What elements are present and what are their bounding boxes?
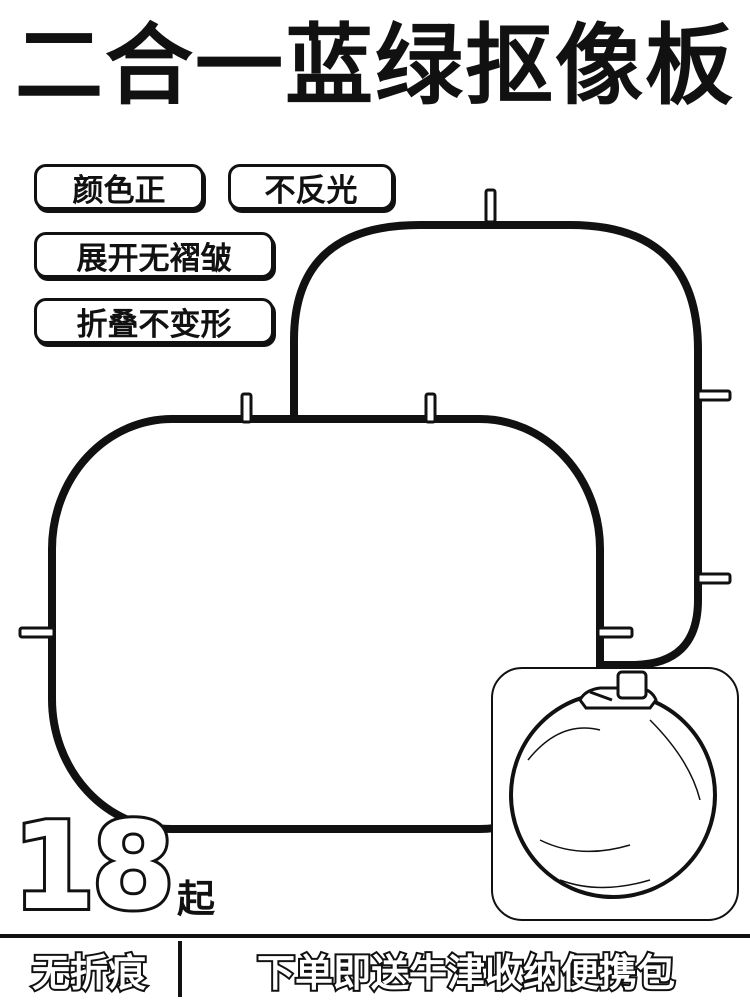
price-number: 18 [9,798,178,937]
bottom-banner: 无折痕 下单即送牛津收纳便携包 [0,934,750,1000]
price-unit: 起 [177,877,216,921]
bottom-left-text: 无折痕 [30,949,148,997]
price: 18 起 [9,798,216,937]
bottom-right-text: 下单即送牛津收纳便携包 [255,949,677,997]
storage-bag-icon [491,667,739,921]
